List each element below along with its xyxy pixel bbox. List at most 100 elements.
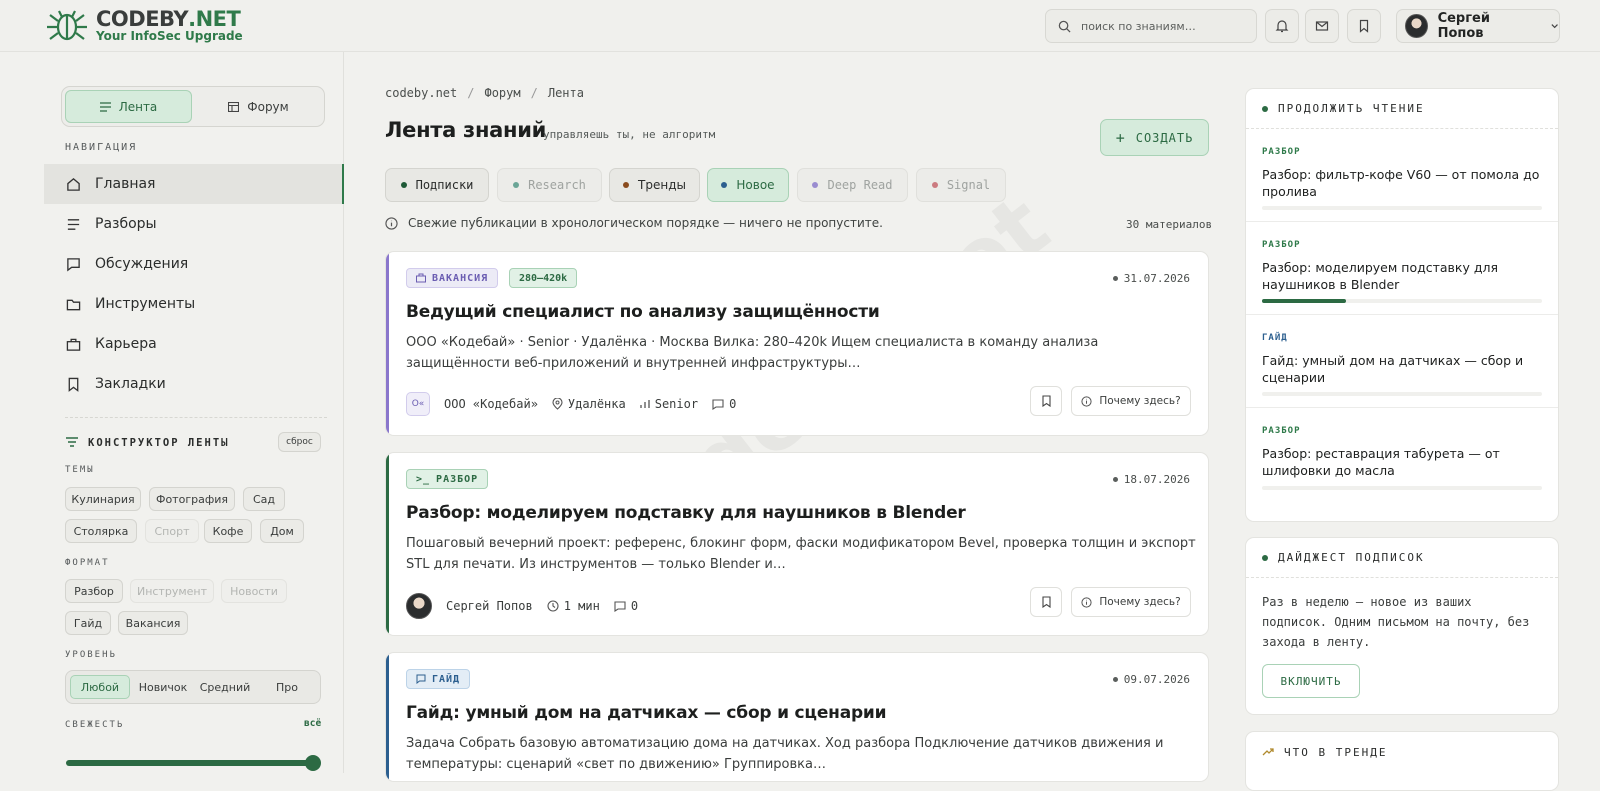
card-description: Задача Собрать базовую автоматизацию дом… (406, 736, 1164, 772)
freshness-slider-handle[interactable] (305, 755, 321, 771)
author-avatar (406, 593, 432, 619)
topic-chip[interactable]: Спорт (145, 519, 199, 543)
format-chip[interactable]: Инструмент (130, 579, 214, 603)
comment-icon (614, 600, 626, 612)
notifications-button[interactable] (1265, 9, 1299, 43)
why-here-label: Почему здесь? (1099, 596, 1181, 608)
logo[interactable]: CODEBY.NET Your InfoSec Upgrade (44, 8, 243, 44)
item-tag: ГАЙД (1262, 333, 1288, 343)
format-chip[interactable]: Гайд (65, 611, 111, 635)
messages-button[interactable] (1305, 9, 1339, 43)
topic-chip[interactable]: Дом (260, 519, 304, 543)
top-bar: CODEBY.NET Your InfoSec Upgrade поиск по… (0, 0, 1600, 52)
page-subtitle: управляешь ты, не алгоритм (543, 128, 716, 141)
breadcrumb-item[interactable]: Форум (484, 86, 520, 100)
sidebar-item-bookmarks[interactable]: Закладки (44, 364, 344, 404)
materials-count: 30 материалов (1126, 218, 1213, 231)
search-icon (1058, 20, 1071, 33)
reset-button[interactable]: сброс (278, 432, 321, 452)
toggle-forum[interactable]: Форум (196, 90, 321, 123)
company-name[interactable]: ООО «Кодебай» (444, 397, 538, 411)
freshness-title: СВЕЖЕСТЬ (65, 720, 125, 730)
tab-new[interactable]: Новое (707, 168, 789, 202)
status-dot (1262, 105, 1268, 112)
sidebar-item-tools[interactable]: Инструменты (44, 284, 344, 324)
topic-chip[interactable]: Столярка (65, 519, 137, 543)
sidebar-item-breakdowns[interactable]: Разборы (44, 204, 344, 244)
feed-card[interactable]: >_ РАЗБОР 18.07.2026 Разбор: моделируем … (385, 452, 1209, 636)
level-option[interactable]: Любой (70, 675, 130, 699)
card-title[interactable]: Ведущий специалист по анализу защищённос… (406, 302, 880, 322)
bookmark-button[interactable] (1030, 587, 1062, 617)
format-chip[interactable]: Разбор (65, 579, 123, 603)
reading-progress (1262, 392, 1542, 396)
badge-label: ВАКАНСИЯ (432, 272, 489, 284)
sidebar-item-discussions[interactable]: Обсуждения (44, 244, 344, 284)
tab-trends[interactable]: Тренды (609, 168, 700, 202)
card-title[interactable]: Гайд: умный дом на датчиках — сбор и сце… (406, 703, 887, 723)
digest-enable-button[interactable]: ВКЛЮЧИТЬ (1262, 664, 1360, 698)
tab-subscriptions[interactable]: Подписки (385, 168, 489, 202)
home-icon (67, 177, 80, 191)
feed-card[interactable]: ГАЙД 09.07.2026 Гайд: умный дом на датчи… (385, 652, 1209, 782)
badge-label: ГАЙД (432, 673, 461, 685)
topic-chip[interactable]: Кулинария (65, 487, 141, 511)
terminal-icon: >_ (416, 473, 431, 485)
freshness-slider-track[interactable] (66, 760, 318, 766)
plus-icon: + (1115, 128, 1126, 147)
breadcrumb-separator: / (467, 86, 475, 100)
continue-item[interactable]: РАЗБОР Разбор: моделируем подставку для … (1246, 222, 1558, 315)
level-option[interactable]: Новичок (134, 675, 192, 699)
divider (65, 417, 327, 418)
breadcrumb: codeby.net / Форум / Лента (385, 86, 584, 100)
author-name[interactable]: Сергей Попов (446, 599, 533, 613)
topic-chip[interactable]: Сад (243, 487, 285, 511)
topic-chip[interactable]: Фотография (149, 487, 235, 511)
topic-chip[interactable]: Кофе (204, 519, 252, 543)
bookmark-button[interactable] (1030, 386, 1062, 416)
level-selector: Любой Новичок Средний Про (65, 670, 321, 704)
card-accent (386, 653, 389, 781)
bookmarks-button[interactable] (1347, 9, 1381, 43)
panel-title: ДАЙДЖЕСТ ПОДПИСОК (1278, 551, 1425, 564)
card-meta: Сергей Попов 1 мин 0 (406, 593, 638, 619)
level-title: УРОВЕНЬ (65, 650, 117, 660)
sidebar-item-career[interactable]: Карьера (44, 324, 344, 364)
search-input[interactable]: поиск по знаниям… (1045, 9, 1257, 43)
builder-title: КОНСТРУКТОР ЛЕНТЫ (88, 437, 230, 449)
sidebar-item-home[interactable]: Главная (44, 164, 344, 204)
card-accent (386, 453, 389, 635)
format-chip[interactable]: Новости (221, 579, 287, 603)
continue-item[interactable]: ГАЙД Гайд: умный дом на датчиках — сбор … (1246, 315, 1558, 408)
continue-item[interactable]: РАЗБОР Разбор: фильтр-кофе V60 — от помо… (1246, 129, 1558, 222)
tab-signal[interactable]: Signal (916, 168, 1006, 202)
continue-item[interactable]: РАЗБОР Разбор: реставрация табурета — от… (1246, 408, 1558, 501)
card-description: Пошаговый вечерний проект: референс, бло… (406, 536, 1196, 572)
status-dot (1262, 554, 1268, 561)
level-option[interactable]: Про (258, 675, 316, 699)
breadcrumb-item[interactable]: codeby.net (385, 86, 457, 100)
level-option[interactable]: Средний (196, 675, 254, 699)
tab-label: Research (528, 178, 586, 192)
toggle-feed[interactable]: Лента (65, 90, 192, 123)
create-button[interactable]: + СОЗДАТЬ (1100, 119, 1209, 156)
feed-card[interactable]: ВАКАНСИЯ 280–420k 31.07.2026 Ведущий спе… (385, 251, 1209, 436)
card-title[interactable]: Разбор: моделируем подставку для наушник… (406, 503, 966, 523)
item-title: Разбор: моделируем подставку для наушник… (1262, 260, 1498, 292)
format-chip[interactable]: Вакансия (118, 611, 188, 635)
company-logo: О« (406, 392, 430, 416)
chevron-down-icon (1551, 24, 1558, 29)
tab-research[interactable]: Research (497, 168, 602, 202)
sidebar-item-label: Закладки (95, 376, 166, 392)
level-bars-icon (640, 400, 650, 408)
why-here-button[interactable]: Почему здесь? (1071, 587, 1191, 617)
user-menu[interactable]: Сергей Попов (1396, 9, 1560, 43)
logo-tagline: Your InfoSec Upgrade (96, 29, 243, 43)
info-icon (385, 216, 398, 230)
page-title: Лента знаний (385, 118, 547, 142)
tab-deep-read[interactable]: Deep Read (797, 168, 908, 202)
bookmark-icon (1359, 19, 1369, 33)
why-here-button[interactable]: Почему здесь? (1071, 386, 1191, 416)
toggle-feed-label: Лента (118, 99, 158, 114)
panel-title: ПРОДОЛЖИТЬ ЧТЕНИЕ (1278, 102, 1425, 115)
